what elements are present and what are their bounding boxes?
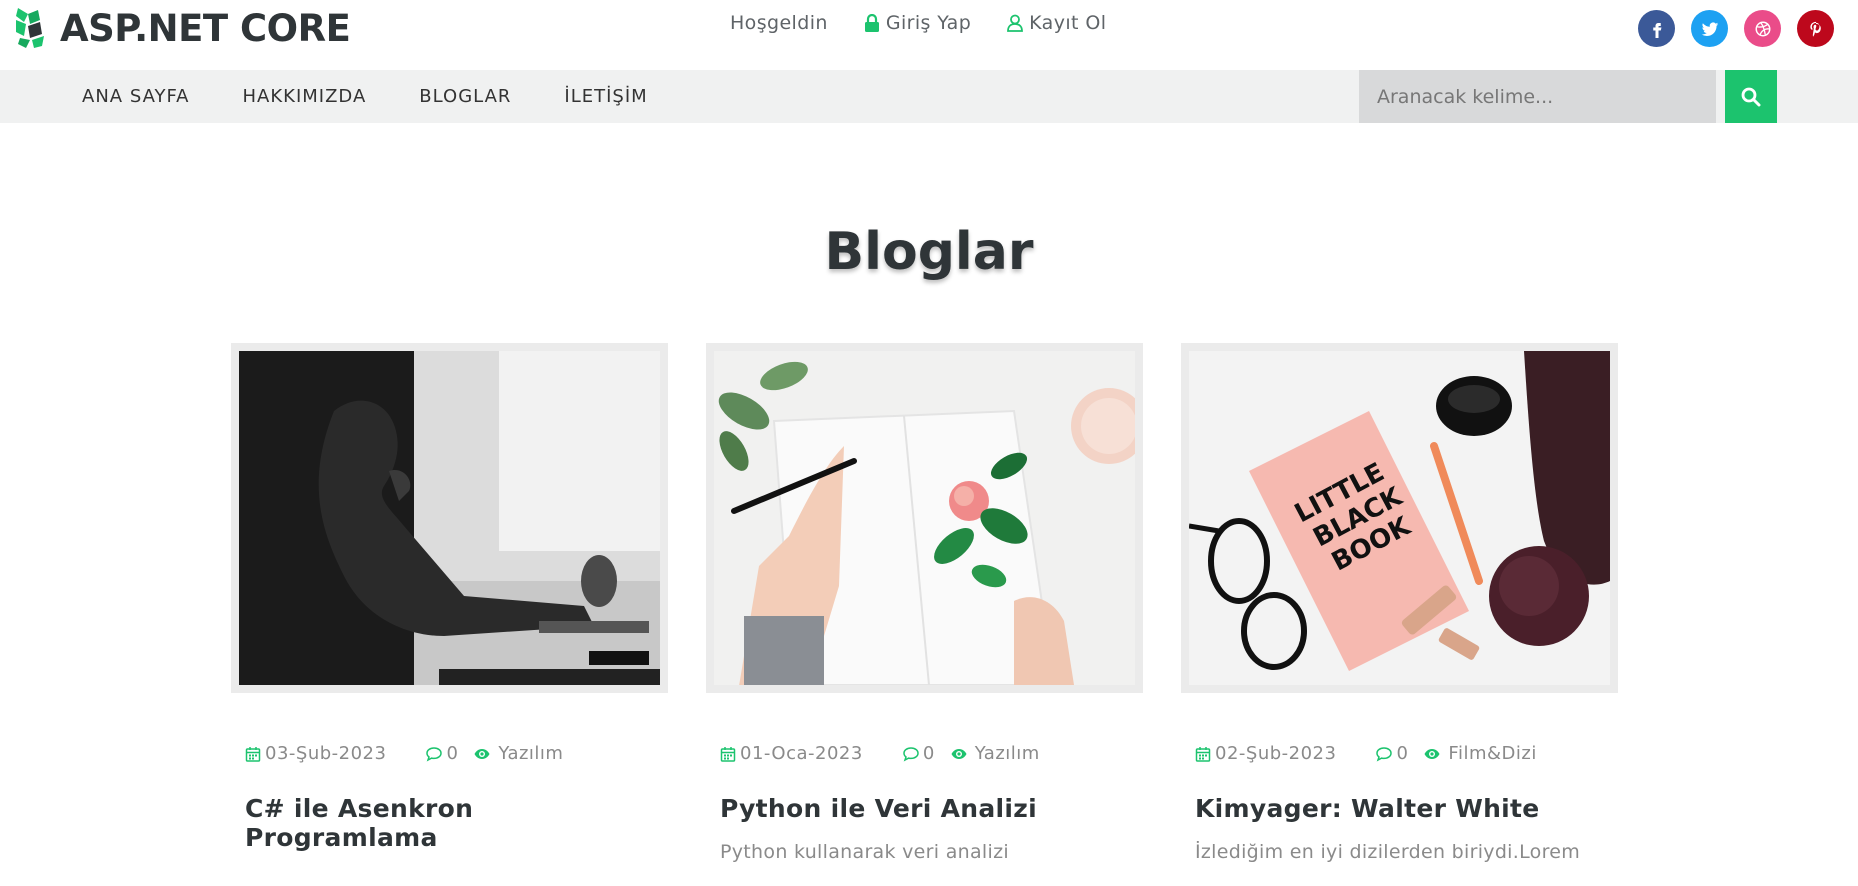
blog-card-image-frame[interactable] xyxy=(706,343,1147,693)
blog-title[interactable]: Kimyager: Walter White xyxy=(1181,794,1618,823)
register-link[interactable]: Kayıt Ol xyxy=(1007,12,1106,34)
blog-meta: 03-Şub-2023 0 Yazılım xyxy=(231,743,668,764)
eye-icon xyxy=(1424,748,1440,759)
blog-category-text: Yazılım xyxy=(498,743,564,764)
top-bar: ASP.NET CORE Hoşgeldin Giriş Yap Kayıt O… xyxy=(0,0,1858,70)
search-form xyxy=(1359,70,1777,123)
blog-date-text: 02-Şub-2023 xyxy=(1215,743,1337,764)
blog-title[interactable]: Python ile Veri Analizi xyxy=(706,794,1143,823)
blog-date: 01-Oca-2023 xyxy=(720,743,863,764)
blog-excerpt: Python kullanarak veri analizi xyxy=(720,841,1009,863)
calendar-icon xyxy=(1195,746,1211,762)
blog-card: 03-Şub-2023 0 Yazılım C# ile Asenkron Pr… xyxy=(231,343,668,852)
calendar-icon xyxy=(720,746,736,762)
dribbble-icon xyxy=(1755,21,1770,36)
blog-image-botanical-drawing xyxy=(714,351,1147,686)
blog-comments[interactable]: 0 xyxy=(1376,743,1408,764)
twitter-button[interactable] xyxy=(1691,10,1728,47)
nav-item-blogs[interactable]: BLOGLAR xyxy=(419,86,511,107)
login-label: Giriş Yap xyxy=(885,12,972,34)
blog-category-text: Yazılım xyxy=(974,743,1040,764)
blog-comments[interactable]: 0 xyxy=(426,743,458,764)
blog-date: 03-Şub-2023 xyxy=(245,743,386,764)
blog-image-woman-laptop xyxy=(239,351,660,685)
blog-card: LITTLE BLACK BOOK 02-Şub-2023 0 Film&Diz… xyxy=(1181,343,1618,863)
blog-category-text: Film&Dizi xyxy=(1448,743,1537,764)
top-links: Hoşgeldin Giriş Yap Kayıt Ol xyxy=(730,12,1106,34)
blog-meta: 02-Şub-2023 0 Film&Dizi xyxy=(1181,743,1618,764)
calendar-icon xyxy=(245,746,261,762)
brand-name: ASP.NET CORE xyxy=(60,6,351,50)
page-title: Bloglar xyxy=(824,222,1034,282)
login-link[interactable]: Giriş Yap xyxy=(864,12,971,34)
comment-icon xyxy=(426,746,443,762)
blog-date: 02-Şub-2023 xyxy=(1195,743,1336,764)
twitter-icon xyxy=(1701,21,1718,36)
search-input[interactable] xyxy=(1359,70,1716,123)
blog-card-image-frame[interactable] xyxy=(231,343,668,693)
social-links xyxy=(1638,10,1834,47)
facebook-button[interactable] xyxy=(1638,10,1675,47)
nav-item-about[interactable]: HAKKIMIZDA xyxy=(243,86,367,107)
blog-card-image-frame[interactable]: LITTLE BLACK BOOK xyxy=(1181,343,1618,693)
blog-comments-count: 0 xyxy=(1396,743,1409,764)
pinterest-icon xyxy=(1809,21,1821,37)
comment-icon xyxy=(1376,746,1393,762)
blog-date-text: 03-Şub-2023 xyxy=(265,743,387,764)
pinterest-button[interactable] xyxy=(1797,10,1834,47)
user-icon xyxy=(1007,14,1024,32)
comment-icon xyxy=(903,746,919,762)
register-label: Kayıt Ol xyxy=(1029,12,1107,34)
nav-item-contact[interactable]: İLETİŞİM xyxy=(564,86,647,107)
search-button[interactable] xyxy=(1725,70,1777,123)
blog-title[interactable]: C# ile Asenkron Programlama xyxy=(231,794,668,852)
blog-comments[interactable]: 0 xyxy=(903,743,935,764)
eye-icon xyxy=(951,748,967,759)
blog-comments-count: 0 xyxy=(922,743,935,764)
welcome-link[interactable]: Hoşgeldin xyxy=(730,12,828,34)
eye-icon xyxy=(474,748,490,759)
search-icon xyxy=(1741,87,1761,106)
blog-comments-count: 0 xyxy=(446,743,459,764)
facebook-icon xyxy=(1652,22,1661,38)
main-nav: ANA SAYFA HAKKIMIZDA BLOGLAR İLETİŞİM xyxy=(82,70,648,123)
blog-category[interactable]: Yazılım xyxy=(951,743,1040,764)
blog-card: 01-Oca-2023 0 Yazılım Python ile Veri An… xyxy=(706,343,1147,863)
blog-category[interactable]: Yazılım xyxy=(474,743,563,764)
logo-icon xyxy=(16,8,44,48)
blog-meta: 01-Oca-2023 0 Yazılım xyxy=(706,743,1143,764)
blog-image-little-black-book: LITTLE BLACK BOOK xyxy=(1188,351,1610,685)
nav-item-home[interactable]: ANA SAYFA xyxy=(82,86,190,107)
brand-logo[interactable]: ASP.NET CORE xyxy=(14,6,351,50)
blog-date-text: 01-Oca-2023 xyxy=(740,743,863,764)
blog-category[interactable]: Film&Dizi xyxy=(1424,743,1536,764)
dribbble-button[interactable] xyxy=(1744,10,1781,47)
welcome-label: Hoşgeldin xyxy=(730,12,828,34)
lock-icon xyxy=(864,14,879,32)
blog-excerpt: İzlediğim en iyi dizilerden biriydi.Lore… xyxy=(1195,841,1581,863)
